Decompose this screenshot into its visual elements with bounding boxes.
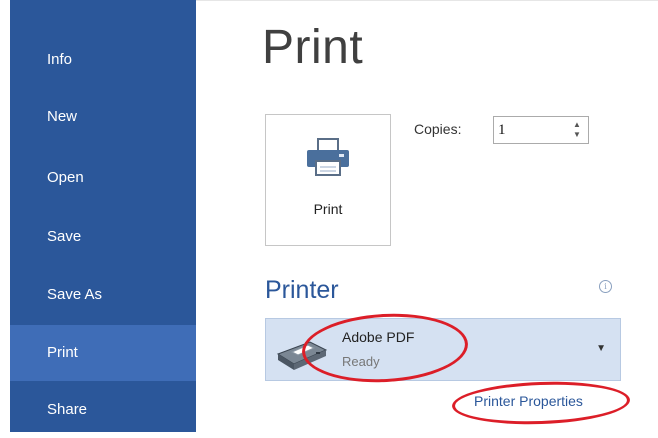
- nav-open[interactable]: Open: [10, 150, 196, 206]
- copies-stepper[interactable]: ▲▼: [493, 116, 589, 144]
- nav-info[interactable]: Info: [10, 32, 196, 88]
- nav-print[interactable]: Print: [10, 325, 196, 381]
- copies-input[interactable]: [498, 120, 558, 140]
- nav-save[interactable]: Save: [10, 209, 196, 265]
- printer-icon: [303, 137, 353, 186]
- print-button-label: Print: [313, 201, 343, 217]
- copies-label: Copies:: [414, 121, 462, 137]
- dropdown-arrow-icon[interactable]: ▼: [596, 343, 606, 354]
- nav-save-as[interactable]: Save As: [10, 267, 196, 323]
- spin-arrows-icon[interactable]: ▲ ▼: [572, 120, 582, 140]
- page-title: Print: [262, 21, 364, 74]
- info-icon[interactable]: i: [599, 280, 612, 293]
- printer-section-title: Printer: [265, 276, 339, 304]
- print-button[interactable]: Print: [265, 114, 391, 246]
- nav-share[interactable]: Share: [10, 382, 196, 438]
- nav-new[interactable]: New: [10, 89, 196, 145]
- backstage-sidebar: Info New Open Save Save As Print Share: [10, 0, 196, 432]
- highlight-ellipse-properties: [451, 378, 631, 428]
- top-divider: [196, 0, 658, 1]
